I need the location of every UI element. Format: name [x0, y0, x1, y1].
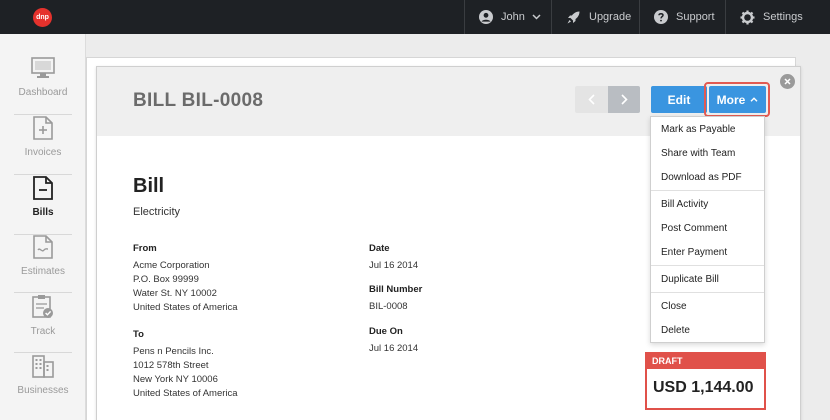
sidebar-item-label: Track [30, 326, 56, 337]
previous-bill-button[interactable] [575, 86, 608, 113]
sidebar-item-label: Dashboard [18, 87, 68, 98]
menu-item-bill-activity[interactable]: Bill Activity [661, 199, 708, 210]
date-value: Jul 16 2014 [369, 260, 419, 271]
chevron-down-icon [532, 14, 541, 20]
dashboard-icon [31, 57, 55, 78]
sidebar-divider [14, 174, 72, 175]
top-bar: dnp John Upgrade Support Settings [0, 0, 830, 34]
bill-number-value: BIL-0008 [369, 301, 408, 312]
menu-divider [651, 265, 764, 266]
support-link[interactable]: Support [639, 0, 725, 34]
page-title: BILL BIL-0008 [133, 90, 264, 111]
chevron-up-icon [750, 97, 758, 102]
app-logo[interactable]: dnp [33, 8, 52, 27]
address-line: Acme Corporation [133, 260, 210, 271]
sidebar-item-track[interactable]: Track [0, 294, 86, 354]
address-line: Water St. NY 10002 [133, 288, 217, 299]
from-address: Acme Corporation P.O. Box 99999 Water St… [133, 259, 238, 315]
address-line: New York NY 10006 [133, 374, 218, 385]
estimates-icon [33, 235, 53, 259]
sidebar-item-label: Bills [32, 207, 54, 218]
due-on-label: Due On [369, 326, 403, 337]
more-button[interactable]: More [709, 86, 766, 113]
sidebar-item-label: Invoices [24, 147, 62, 158]
rocket-icon [567, 11, 580, 23]
menu-item-download-pdf[interactable]: Download as PDF [661, 172, 742, 183]
menu-item-enter-payment[interactable]: Enter Payment [661, 247, 727, 258]
document-heading: Bill [133, 175, 165, 197]
user-name: John [501, 11, 525, 23]
chevron-left-icon [588, 94, 595, 105]
bills-icon [33, 176, 53, 200]
document-subtitle: Electricity [133, 206, 181, 218]
menu-item-close[interactable]: Close [661, 301, 687, 312]
businesses-icon [32, 355, 54, 378]
gear-icon [740, 10, 755, 24]
more-button-label: More [716, 92, 746, 107]
to-address: Pens n Pencils Inc. 1012 578th Street Ne… [133, 345, 238, 401]
user-menu[interactable]: John [464, 0, 552, 34]
menu-divider [651, 190, 764, 191]
bill-number-label: Bill Number [369, 284, 423, 295]
sidebar-item-bills[interactable]: Bills [0, 176, 86, 236]
sidebar-item-label: Estimates [21, 266, 65, 277]
address-line: Pens n Pencils Inc. [133, 346, 214, 357]
sidebar: Dashboard Invoices Bills Estimates Track… [0, 34, 86, 420]
address-line: 1012 578th Street [133, 360, 209, 371]
date-label: Date [369, 243, 390, 254]
edit-button[interactable]: Edit [651, 86, 707, 113]
upgrade-label: Upgrade [589, 11, 632, 23]
address-line: P.O. Box 99999 [133, 274, 199, 285]
next-bill-button[interactable] [608, 86, 640, 113]
settings-link[interactable]: Settings [725, 0, 830, 34]
invoices-icon [33, 116, 53, 140]
menu-item-delete[interactable]: Delete [661, 325, 690, 336]
menu-divider [651, 292, 764, 293]
menu-item-duplicate-bill[interactable]: Duplicate Bill [661, 274, 719, 285]
sidebar-item-estimates[interactable]: Estimates [0, 235, 86, 295]
more-dropdown-menu: Mark as Payable Share with Team Download… [650, 116, 765, 343]
address-line: United States of America [133, 302, 238, 313]
track-icon [32, 295, 53, 318]
status-badge: DRAFT [647, 354, 764, 369]
menu-item-share-with-team[interactable]: Share with Team [661, 148, 735, 159]
sidebar-item-invoices[interactable]: Invoices [0, 116, 86, 176]
upgrade-link[interactable]: Upgrade [551, 0, 639, 34]
menu-item-post-comment[interactable]: Post Comment [661, 223, 727, 234]
chevron-right-icon [620, 94, 628, 105]
user-avatar-icon [479, 10, 493, 24]
support-label: Support [676, 11, 715, 23]
close-button[interactable] [780, 74, 795, 89]
sidebar-item-label: Businesses [17, 385, 69, 396]
address-line: United States of America [133, 388, 238, 399]
from-label: From [133, 243, 157, 254]
total-amount: USD 1,144.00 [653, 379, 754, 396]
close-icon [784, 78, 791, 85]
to-label: To [133, 329, 144, 340]
help-icon [654, 10, 668, 24]
sidebar-item-businesses[interactable]: Businesses [0, 353, 86, 413]
menu-item-mark-as-payable[interactable]: Mark as Payable [661, 124, 735, 135]
sidebar-item-dashboard[interactable]: Dashboard [0, 56, 86, 116]
sidebar-divider [14, 114, 72, 115]
settings-label: Settings [763, 11, 803, 23]
sidebar-divider [14, 292, 72, 293]
due-on-value: Jul 16 2014 [369, 343, 419, 354]
bill-total-box: DRAFT USD 1,144.00 [645, 352, 766, 410]
